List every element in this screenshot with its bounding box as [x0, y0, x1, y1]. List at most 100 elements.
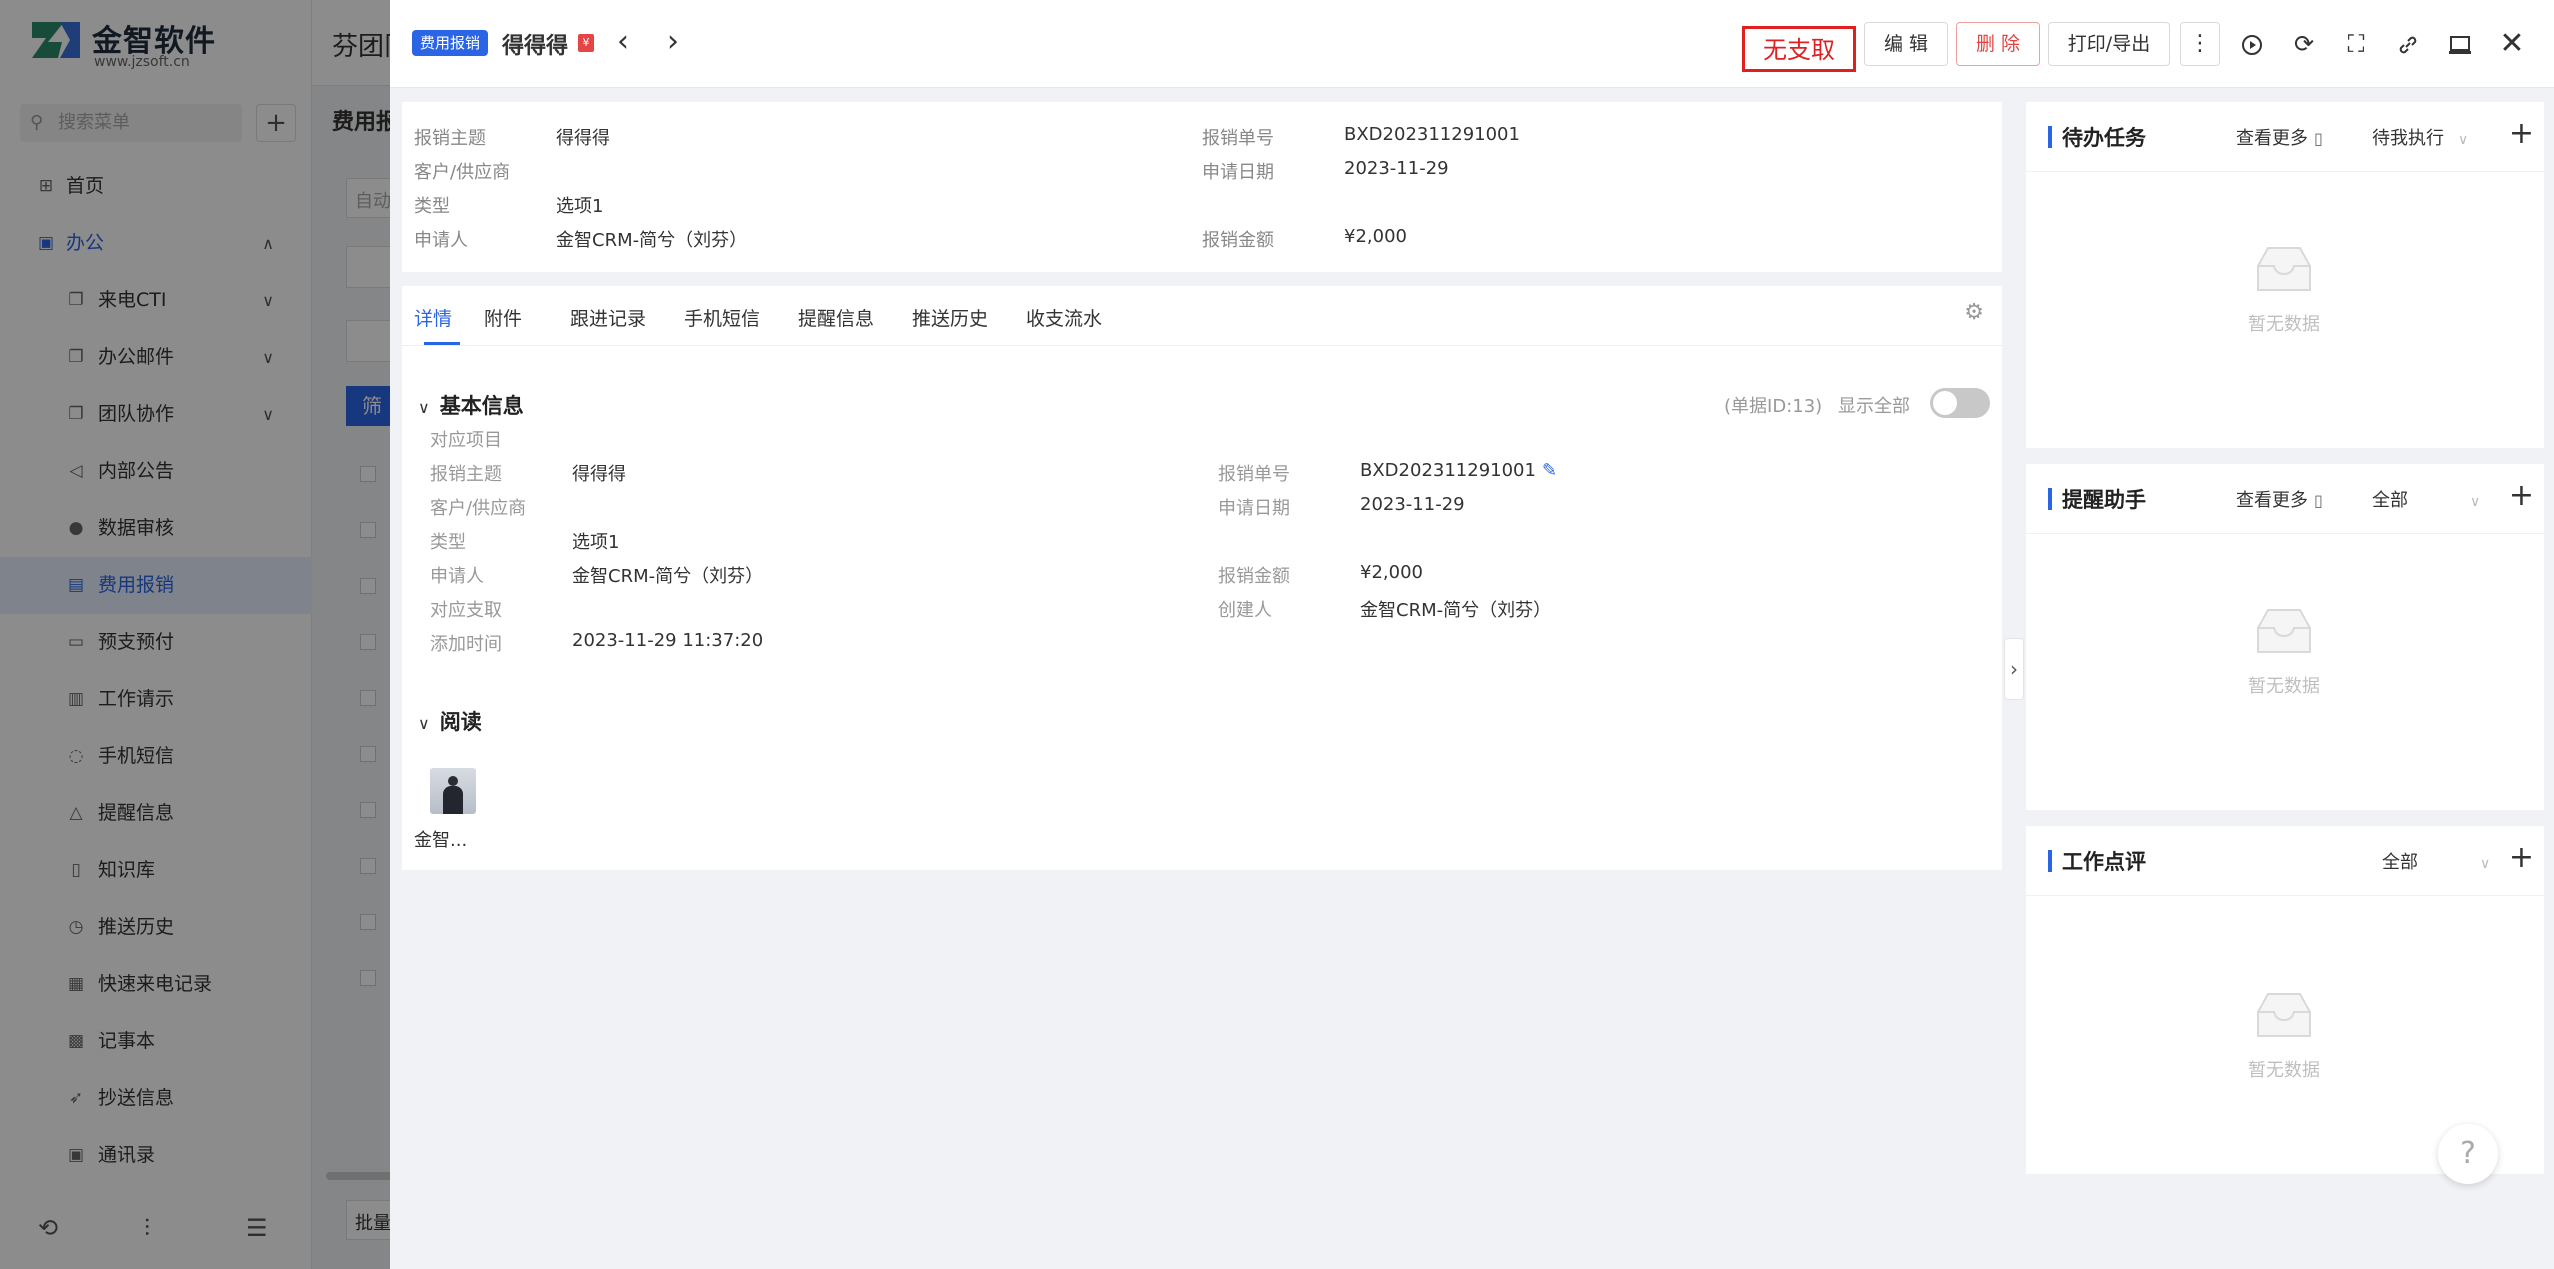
panel-filter-value: 全部 [2372, 490, 2408, 511]
tab-cash-flow[interactable]: 收支流水 [1026, 304, 1102, 331]
laptop-icon[interactable] [2440, 24, 2480, 64]
summary-subject-value: 得得得 [556, 128, 610, 149]
gear-icon[interactable]: ⚙ [1964, 300, 1984, 325]
customer-label: 客户/供应商 [430, 498, 527, 519]
empty-text: 暂无数据 [2248, 676, 2320, 697]
summary-type-value: 选项1 [556, 196, 604, 217]
panel-filter-select[interactable]: 全部 ∨ [2382, 848, 2490, 874]
summary-applicant-value: 金智CRM-简兮（刘芬） [556, 230, 748, 251]
tab-details[interactable]: 详情 [414, 304, 452, 331]
panel-accent-bar [2048, 850, 2052, 872]
number-label: 报销单号 [1218, 464, 1290, 485]
applicant-label: 申请人 [430, 566, 484, 587]
added-time-value: 2023-11-29 11:37:20 [572, 630, 764, 651]
view-more-label: 查看更多 [2236, 128, 2308, 149]
add-icon[interactable]: + [2509, 116, 2534, 151]
record-title: 得得得 [502, 34, 569, 59]
amount-value: ¥2,000 [1360, 562, 1423, 583]
empty-text: 暂无数据 [2248, 314, 2320, 335]
read-title: 阅读 [439, 710, 482, 734]
summary-customer-label: 客户/供应商 [414, 162, 511, 183]
panel-reminder-title: 提醒助手 [2062, 488, 2146, 512]
subject-value: 得得得 [572, 464, 626, 485]
tab-push-history[interactable]: 推送历史 [912, 304, 988, 331]
book-icon: ▯ [2314, 491, 2323, 510]
panel-todo: 待办任务 查看更多 ▯ 待我执行 ∨ + 暂无数据 [2026, 102, 2544, 448]
fullscreen-icon[interactable]: ⛶ [2336, 24, 2376, 64]
document-id: (单据ID:13) [1724, 396, 1823, 417]
summary-number-value: BXD202311291001 [1344, 124, 1520, 145]
panel-filter-select[interactable]: 待我执行 ∨ [2372, 124, 2468, 150]
previous-record-button[interactable]: ‹ [608, 22, 638, 62]
close-icon[interactable]: ✕ [2492, 24, 2532, 64]
show-all-toggle[interactable] [1930, 388, 1990, 418]
number-value: BXD202311291001 [1360, 460, 1536, 481]
reader-name: 金智... [414, 830, 468, 851]
basic-info-header[interactable]: ∨ 基本信息 [418, 390, 524, 420]
delete-button[interactable]: 删 除 [1956, 22, 2040, 66]
project-label: 对应项目 [430, 430, 502, 451]
empty-box-icon [2257, 247, 2311, 291]
applicant-value: 金智CRM-简兮（刘芬） [572, 566, 764, 587]
no-expense-stamp: 无支取 [1742, 26, 1856, 72]
chevron-down-icon: ∨ [418, 398, 430, 417]
panel-todo-title: 待办任务 [2062, 126, 2146, 150]
panel-filter-select[interactable]: 全部 ∨ [2372, 486, 2480, 512]
add-icon[interactable]: + [2509, 478, 2534, 513]
refresh-icon[interactable]: ⟳ [2284, 24, 2324, 64]
detail-tabs: 详情 附件 跟进记录 手机短信 提醒信息 推送历史 收支流水 ⚙ [402, 286, 2002, 346]
panel-filter-value: 待我执行 [2372, 128, 2444, 149]
panel-filter-value: 全部 [2382, 852, 2418, 873]
collapse-panel-button[interactable]: › [2004, 638, 2024, 700]
edit-pencil-icon[interactable]: ✎ [1542, 460, 1557, 481]
tab-reminders[interactable]: 提醒信息 [798, 304, 874, 331]
type-value: 选项1 [572, 532, 620, 553]
avatar-head [448, 776, 458, 786]
view-more-link[interactable]: 查看更多 ▯ [2236, 124, 2323, 150]
date-label: 申请日期 [1218, 498, 1290, 519]
tab-sms[interactable]: 手机短信 [684, 304, 760, 331]
date-value: 2023-11-29 [1360, 494, 1465, 515]
toggle-knob [1933, 391, 1957, 415]
panel-accent-bar [2048, 488, 2052, 510]
summary-number-label: 报销单号 [1202, 128, 1274, 149]
add-icon[interactable]: + [2509, 840, 2534, 875]
chevron-down-icon: ∨ [2480, 856, 2491, 872]
link-icon[interactable] [2388, 24, 2428, 64]
tab-follow-up[interactable]: 跟进记录 [570, 304, 646, 331]
print-export-button[interactable]: 打印/导出 [2048, 22, 2170, 66]
type-label: 类型 [430, 532, 466, 553]
summary-amount-label: 报销金额 [1202, 230, 1274, 251]
creator-label: 创建人 [1218, 600, 1272, 621]
expense-link-label: 对应支取 [430, 600, 502, 621]
avatar[interactable] [430, 768, 476, 814]
show-all-label: 显示全部 [1838, 396, 1910, 417]
basic-info-title: 基本信息 [439, 394, 524, 418]
edit-button[interactable]: 编 辑 [1864, 22, 1948, 66]
summary-date-label: 申请日期 [1202, 162, 1274, 183]
module-tag: 费用报销 [412, 30, 489, 56]
summary-type-label: 类型 [414, 196, 450, 217]
chevron-down-icon: ∨ [2470, 494, 2481, 510]
next-record-button[interactable]: › [658, 22, 688, 62]
panel-accent-bar [2048, 126, 2052, 148]
panel-reminder: 提醒助手 查看更多 ▯ 全部 ∨ + 暂无数据 [2026, 464, 2544, 810]
more-actions-button[interactable]: ⋮ [2180, 22, 2220, 66]
help-icon[interactable]: ? [2438, 1124, 2498, 1184]
added-time-label: 添加时间 [430, 634, 502, 655]
drawer-header: 费用报销 得得得 ¥ ‹ › 无支取 编 辑 删 除 打印/导出 ⋮ ⟳ ⛶ ✕ [390, 0, 2554, 88]
chevron-down-icon: ∨ [418, 714, 430, 733]
summary-date-value: 2023-11-29 [1344, 158, 1449, 179]
expense-flag-icon: ¥ [578, 34, 594, 52]
active-tab-indicator [424, 342, 460, 345]
panel-review-header: 工作点评 全部 ∨ + [2026, 826, 2544, 896]
amount-label: 报销金额 [1218, 566, 1290, 587]
tab-attachments[interactable]: 附件 [484, 304, 522, 331]
read-header[interactable]: ∨ 阅读 [418, 706, 482, 736]
summary-applicant-label: 申请人 [414, 230, 468, 251]
summary-card: 报销主题 得得得 客户/供应商 类型 选项1 申请人 金智CRM-简兮（刘芬） … [402, 102, 2002, 272]
view-more-link[interactable]: 查看更多 ▯ [2236, 486, 2323, 512]
play-icon[interactable] [2232, 24, 2272, 64]
chevron-down-icon: ∨ [2458, 132, 2469, 148]
empty-box-icon [2257, 993, 2311, 1037]
